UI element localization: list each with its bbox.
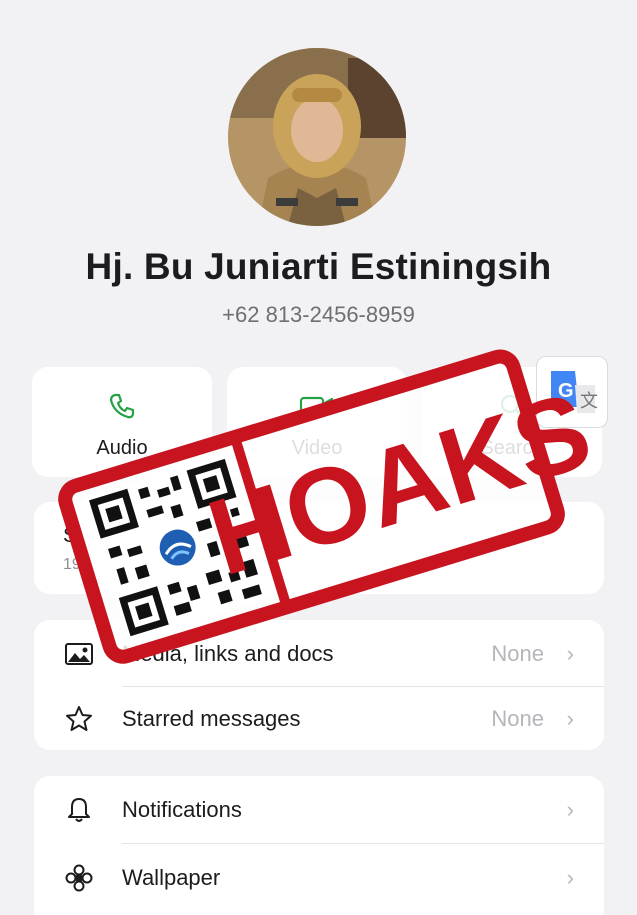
notifications-label: Notifications (122, 797, 242, 822)
chevron-right-icon: › (566, 641, 574, 666)
wallpaper-row[interactable]: Wallpaper › (34, 845, 604, 909)
status-card[interactable] (34, 502, 604, 594)
google-translate-icon: G 文 (551, 371, 598, 415)
wallpaper-label: Wallpaper (122, 865, 221, 890)
divider (122, 843, 604, 844)
audio-call-button[interactable]: Audio (32, 367, 212, 477)
status-date: 19 (63, 556, 81, 573)
google-translate-badge[interactable]: G 文 (536, 356, 608, 428)
bell-icon (64, 795, 94, 825)
contact-name: Hj. Bu Juniarti Estiningsih (85, 246, 552, 287)
avatar-photo (228, 48, 406, 226)
status-text: S (63, 524, 78, 547)
contact-avatar[interactable] (228, 48, 406, 226)
svg-text:文: 文 (580, 391, 598, 411)
contact-info-screen: Hj. Bu Juniarti Estiningsih +62 813-2456… (0, 0, 637, 915)
starred-messages-row[interactable]: Starred messages None › (34, 686, 604, 750)
chevron-right-icon: › (566, 797, 574, 822)
media-links-docs-row[interactable]: Media, links and docs None › (34, 621, 604, 685)
media-links-docs-value: None (491, 641, 544, 666)
media-links-docs-label: Media, links and docs (122, 641, 334, 666)
search-label: Search (480, 437, 544, 459)
contact-phone[interactable]: +62 813-2456-8959 (0, 302, 637, 328)
star-icon (64, 704, 94, 734)
translate-letter: G (558, 380, 574, 402)
starred-messages-value: None (491, 706, 544, 731)
chevron-right-icon: › (566, 706, 574, 731)
video-call-button[interactable]: Video (227, 367, 407, 477)
phone-icon (32, 391, 212, 426)
image-icon (64, 639, 94, 669)
notifications-row[interactable]: Notifications › (34, 777, 604, 841)
video-label: Video (291, 437, 343, 459)
audio-label: Audio (96, 437, 148, 459)
video-camera-icon (227, 391, 407, 426)
chevron-right-icon: › (566, 865, 574, 890)
starred-messages-label: Starred messages (122, 706, 301, 731)
flower-icon (64, 863, 94, 893)
